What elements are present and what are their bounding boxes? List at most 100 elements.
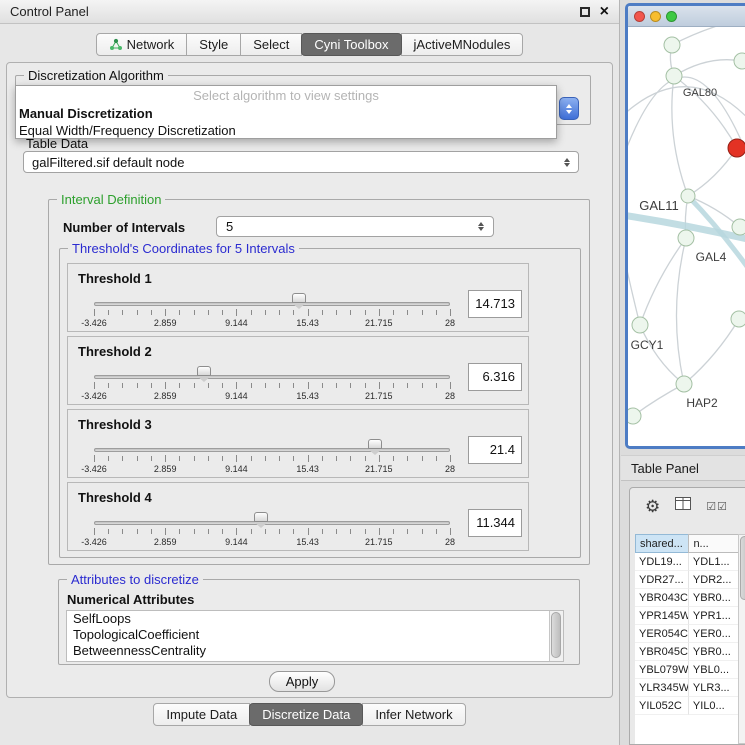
network-node[interactable] xyxy=(681,189,695,203)
table-cell[interactable]: YBR043C xyxy=(635,589,689,607)
threshold-value-field-2[interactable]: 6.316 xyxy=(468,363,522,391)
network-node[interactable] xyxy=(628,408,641,424)
network-node-red[interactable] xyxy=(728,139,745,157)
table-row[interactable]: YDL19...YDL1... xyxy=(635,553,739,571)
close-icon[interactable]: × xyxy=(600,4,609,20)
minimize-traffic-light-icon[interactable] xyxy=(650,11,661,22)
network-node[interactable] xyxy=(664,37,680,53)
network-canvas[interactable]: GAL80GAL11GAL4GCY1HAP2 xyxy=(628,27,745,445)
network-node[interactable] xyxy=(632,317,648,333)
column-header-n-[interactable]: n... xyxy=(688,534,739,553)
minimize-icon[interactable] xyxy=(580,7,590,17)
table-row[interactable]: YER054CYER0... xyxy=(635,625,739,643)
network-graph: GAL80GAL11GAL4GCY1HAP2 xyxy=(628,27,745,445)
numerical-attributes-list: SelfLoopsTopologicalCoefficientBetweenne… xyxy=(66,610,564,662)
network-node[interactable] xyxy=(666,68,682,84)
bottom-tab-impute-data[interactable]: Impute Data xyxy=(153,703,250,726)
table-cell[interactable]: YDL1... xyxy=(689,553,739,571)
table-row[interactable]: YBL079WYBL0... xyxy=(635,661,739,679)
tick-mark xyxy=(251,383,252,388)
tab-select[interactable]: Select xyxy=(240,33,302,56)
table-cell[interactable]: YER054C xyxy=(635,625,689,643)
network-edge xyxy=(672,27,733,45)
tab-jactivemnodules[interactable]: jActiveMNodules xyxy=(401,33,524,56)
threshold-value-field-1[interactable]: 14.713 xyxy=(468,290,522,318)
tick-mark xyxy=(379,382,380,389)
table-cell[interactable]: YER0... xyxy=(689,625,739,643)
table-panel-header[interactable]: Table Panel xyxy=(621,455,745,481)
table-row[interactable]: YPR145WYPR1... xyxy=(635,607,739,625)
tab-style[interactable]: Style xyxy=(186,33,241,56)
table-cell[interactable]: YIL052C xyxy=(635,697,689,715)
table-row[interactable]: YLR345WYLR3... xyxy=(635,679,739,697)
table-cell[interactable]: YPR1... xyxy=(689,607,739,625)
table-cell[interactable]: YBR045C xyxy=(635,643,689,661)
table-scrollbar[interactable] xyxy=(738,534,745,744)
threshold-slider-1[interactable]: -3.4262.8599.14415.4321.71528 xyxy=(94,264,450,333)
slider-thumb[interactable] xyxy=(292,293,306,303)
table-row[interactable]: YIL052CYIL0... xyxy=(635,697,739,715)
table-cell[interactable]: YLR3... xyxy=(689,679,739,697)
table-cell[interactable]: YDR2... xyxy=(689,571,739,589)
network-node[interactable] xyxy=(678,230,694,246)
table-scrollbar-thumb[interactable] xyxy=(740,536,745,600)
table-row[interactable]: YBR043CYBR0... xyxy=(635,589,739,607)
node-label-gal11: GAL11 xyxy=(639,198,679,213)
table-data-combo-value: galFiltered.sif default node xyxy=(32,155,564,170)
algorithm-combo-stepper[interactable] xyxy=(559,97,579,120)
tab-cyni-toolbox[interactable]: Cyni Toolbox xyxy=(301,33,401,56)
tick-mark xyxy=(336,310,337,315)
algorithm-option-equal-width-frequency-discretization[interactable]: Equal Width/Frequency Discretization xyxy=(16,122,556,139)
network-node[interactable] xyxy=(676,376,692,392)
tick-mark xyxy=(137,310,138,315)
attributes-scrollbar-thumb[interactable] xyxy=(551,612,561,658)
table-data-combo[interactable]: galFiltered.sif default node xyxy=(23,151,579,173)
table-cell[interactable]: YPR145W xyxy=(635,607,689,625)
slider-track xyxy=(94,521,450,525)
column-header-shared-[interactable]: shared... xyxy=(635,534,689,553)
select-columns-icon[interactable]: ☑☑ xyxy=(706,500,728,513)
table-cell[interactable]: YBL0... xyxy=(689,661,739,679)
threshold-slider-4[interactable]: -3.4262.8599.14415.4321.71528 xyxy=(94,483,450,552)
tick-mark xyxy=(350,310,351,315)
slider-thumb[interactable] xyxy=(368,439,382,449)
table-cell[interactable]: YDR27... xyxy=(635,571,689,589)
attribute-item-selfloops[interactable]: SelfLoops xyxy=(67,611,563,627)
table-cell[interactable]: YLR345W xyxy=(635,679,689,697)
attribute-item-betweennesscentrality[interactable]: BetweennessCentrality xyxy=(67,643,563,659)
close-traffic-light-icon[interactable] xyxy=(634,11,645,22)
threshold-slider-2[interactable]: -3.4262.8599.14415.4321.71528 xyxy=(94,337,450,406)
algorithm-option-manual-discretization[interactable]: Manual Discretization xyxy=(16,105,556,122)
attributes-scrollbar[interactable] xyxy=(549,611,563,661)
table-cell[interactable]: YBR0... xyxy=(689,589,739,607)
tick-mark xyxy=(251,529,252,534)
bottom-tab-discretize-data[interactable]: Discretize Data xyxy=(249,703,363,726)
network-window-titlebar[interactable] xyxy=(628,6,745,27)
threshold-slider-3[interactable]: -3.4262.8599.14415.4321.71528 xyxy=(94,410,450,479)
numerical-attributes-label: Numerical Attributes xyxy=(67,592,194,607)
table-cell[interactable]: YBR0... xyxy=(689,643,739,661)
threshold-value-field-3[interactable]: 21.4 xyxy=(468,436,522,464)
network-node[interactable] xyxy=(734,53,745,69)
table-cell[interactable]: YIL0... xyxy=(689,697,739,715)
apply-button[interactable]: Apply xyxy=(269,671,335,692)
slider-thumb[interactable] xyxy=(254,512,268,522)
columns-icon[interactable] xyxy=(675,497,691,515)
gear-icon[interactable]: ⚙ xyxy=(645,498,660,515)
tab-network[interactable]: Network xyxy=(96,33,188,56)
slider-track xyxy=(94,302,450,306)
tab-label-select: Select xyxy=(253,37,289,52)
control-panel-titlebar[interactable]: Control Panel × xyxy=(0,0,619,24)
attribute-item-topologicalcoefficient[interactable]: TopologicalCoefficient xyxy=(67,627,563,643)
number-of-intervals-combo[interactable]: 5 xyxy=(216,216,494,237)
bottom-tab-infer-network[interactable]: Infer Network xyxy=(362,703,465,726)
zoom-traffic-light-icon[interactable] xyxy=(666,11,677,22)
table-cell[interactable]: YBL079W xyxy=(635,661,689,679)
threshold-value-field-4[interactable]: 11.344 xyxy=(468,509,522,537)
network-node[interactable] xyxy=(732,219,745,235)
slider-thumb[interactable] xyxy=(197,366,211,376)
network-node[interactable] xyxy=(731,311,745,327)
table-cell[interactable]: YDL19... xyxy=(635,553,689,571)
table-row[interactable]: YBR045CYBR0... xyxy=(635,643,739,661)
table-row[interactable]: YDR27...YDR2... xyxy=(635,571,739,589)
